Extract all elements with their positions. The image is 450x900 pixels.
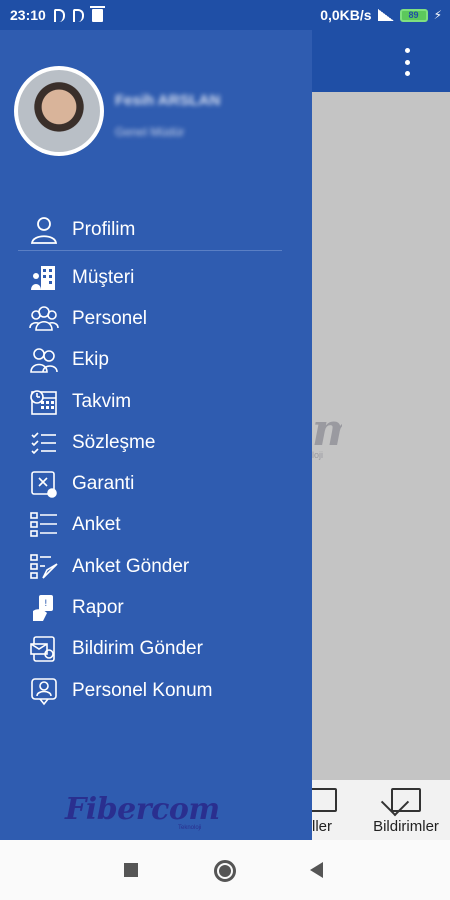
menu-item-personel[interactable]: Personel xyxy=(0,298,312,339)
menu-item-label: Müşteri xyxy=(72,266,135,288)
menu-item-anket[interactable]: Anket xyxy=(0,505,312,546)
p-notification-icon xyxy=(53,8,65,22)
menu-item-garanti[interactable]: Garanti xyxy=(0,463,312,504)
status-time: 23:10 xyxy=(10,7,46,23)
user-role: Genel Müdür xyxy=(115,125,185,139)
menu-item-sozlesme[interactable]: Sözleşme xyxy=(0,422,312,463)
warranty-icon xyxy=(28,469,60,499)
menu-item-label: Rapor xyxy=(72,597,124,619)
report-icon: ! xyxy=(28,593,60,623)
network-speed: 0,0KB/s xyxy=(320,7,372,23)
menu-item-musteri[interactable]: Müşteri xyxy=(0,257,312,298)
send-survey-icon xyxy=(28,552,60,582)
background-logo-sub-fragment: loji xyxy=(312,450,324,460)
status-bar: 23:10 0,0KB/s 89 ⚡ xyxy=(0,0,450,30)
recents-icon[interactable] xyxy=(124,863,138,877)
contract-icon xyxy=(28,428,60,458)
menu-item-label: Garanti xyxy=(72,473,135,495)
menu-item-personel-konum[interactable]: Personel Konum xyxy=(0,670,312,711)
home-icon[interactable] xyxy=(214,860,236,882)
bottom-tab-label: Bildirimler xyxy=(373,818,439,835)
fibercom-logo-tagline: Teknoloji xyxy=(178,825,202,831)
menu-divider xyxy=(18,250,282,251)
menu-item-bildirim-gonder[interactable]: Bildirim Gönder xyxy=(0,629,312,670)
system-navigation-bar xyxy=(0,840,450,900)
menu-item-takvim[interactable]: Takvim xyxy=(0,381,312,422)
bottom-tab-notifications[interactable]: Bildirimler xyxy=(364,788,448,835)
navigation-drawer: Fesih ARSLAN Genel Müdür Profilim Müşter… xyxy=(0,30,312,840)
more-options-icon[interactable] xyxy=(404,48,410,76)
user-name: Fesih ARSLAN xyxy=(115,92,221,109)
menu-item-label: Ekip xyxy=(72,349,109,371)
menu-item-anket-gonder[interactable]: Anket Gönder xyxy=(0,546,312,587)
battery-icon: 89 xyxy=(399,8,428,22)
mail-icon xyxy=(391,788,421,812)
personnel-location-icon xyxy=(28,676,60,706)
menu-item-label: Anket Gönder xyxy=(72,555,190,577)
background-app-bar xyxy=(312,30,450,92)
personnel-icon xyxy=(28,304,60,334)
menu-item-label: Profilim xyxy=(72,219,136,240)
calendar-icon xyxy=(28,387,60,417)
signal-icon xyxy=(377,9,394,21)
menu-item-label: Personel xyxy=(72,307,147,329)
menu-item-label: Sözleşme xyxy=(72,431,156,453)
profile-icon xyxy=(28,215,60,245)
p-notification-icon xyxy=(72,8,84,22)
svg-text:!: ! xyxy=(44,599,48,609)
menu-item-rapor[interactable]: ! Rapor xyxy=(0,587,312,628)
background-logo-fragment: m xyxy=(312,405,342,456)
drawer-menu: Profilim Müşteri Personel Ekip Takvim Sö… xyxy=(0,210,312,711)
send-notification-icon xyxy=(28,634,60,664)
avatar[interactable] xyxy=(14,66,104,156)
background-bottom-nav: ller Bildirimler xyxy=(307,780,450,840)
bottom-tab-label: ller xyxy=(311,818,332,835)
fibercom-logo: Fibercom xyxy=(65,792,220,827)
customer-icon xyxy=(28,263,60,293)
menu-item-label: Takvim xyxy=(72,390,132,412)
back-icon[interactable] xyxy=(310,862,323,878)
menu-item-ekip[interactable]: Ekip xyxy=(0,340,312,381)
trash-icon xyxy=(89,5,105,22)
team-icon xyxy=(28,345,60,375)
menu-item-label: Anket xyxy=(72,514,121,536)
charging-bolt-icon: ⚡ xyxy=(433,8,442,22)
survey-icon xyxy=(28,510,60,540)
menu-item-label: Personel Konum xyxy=(72,679,213,701)
menu-item-profilim[interactable]: Profilim xyxy=(0,210,312,250)
menu-item-label: Bildirim Gönder xyxy=(72,638,203,660)
